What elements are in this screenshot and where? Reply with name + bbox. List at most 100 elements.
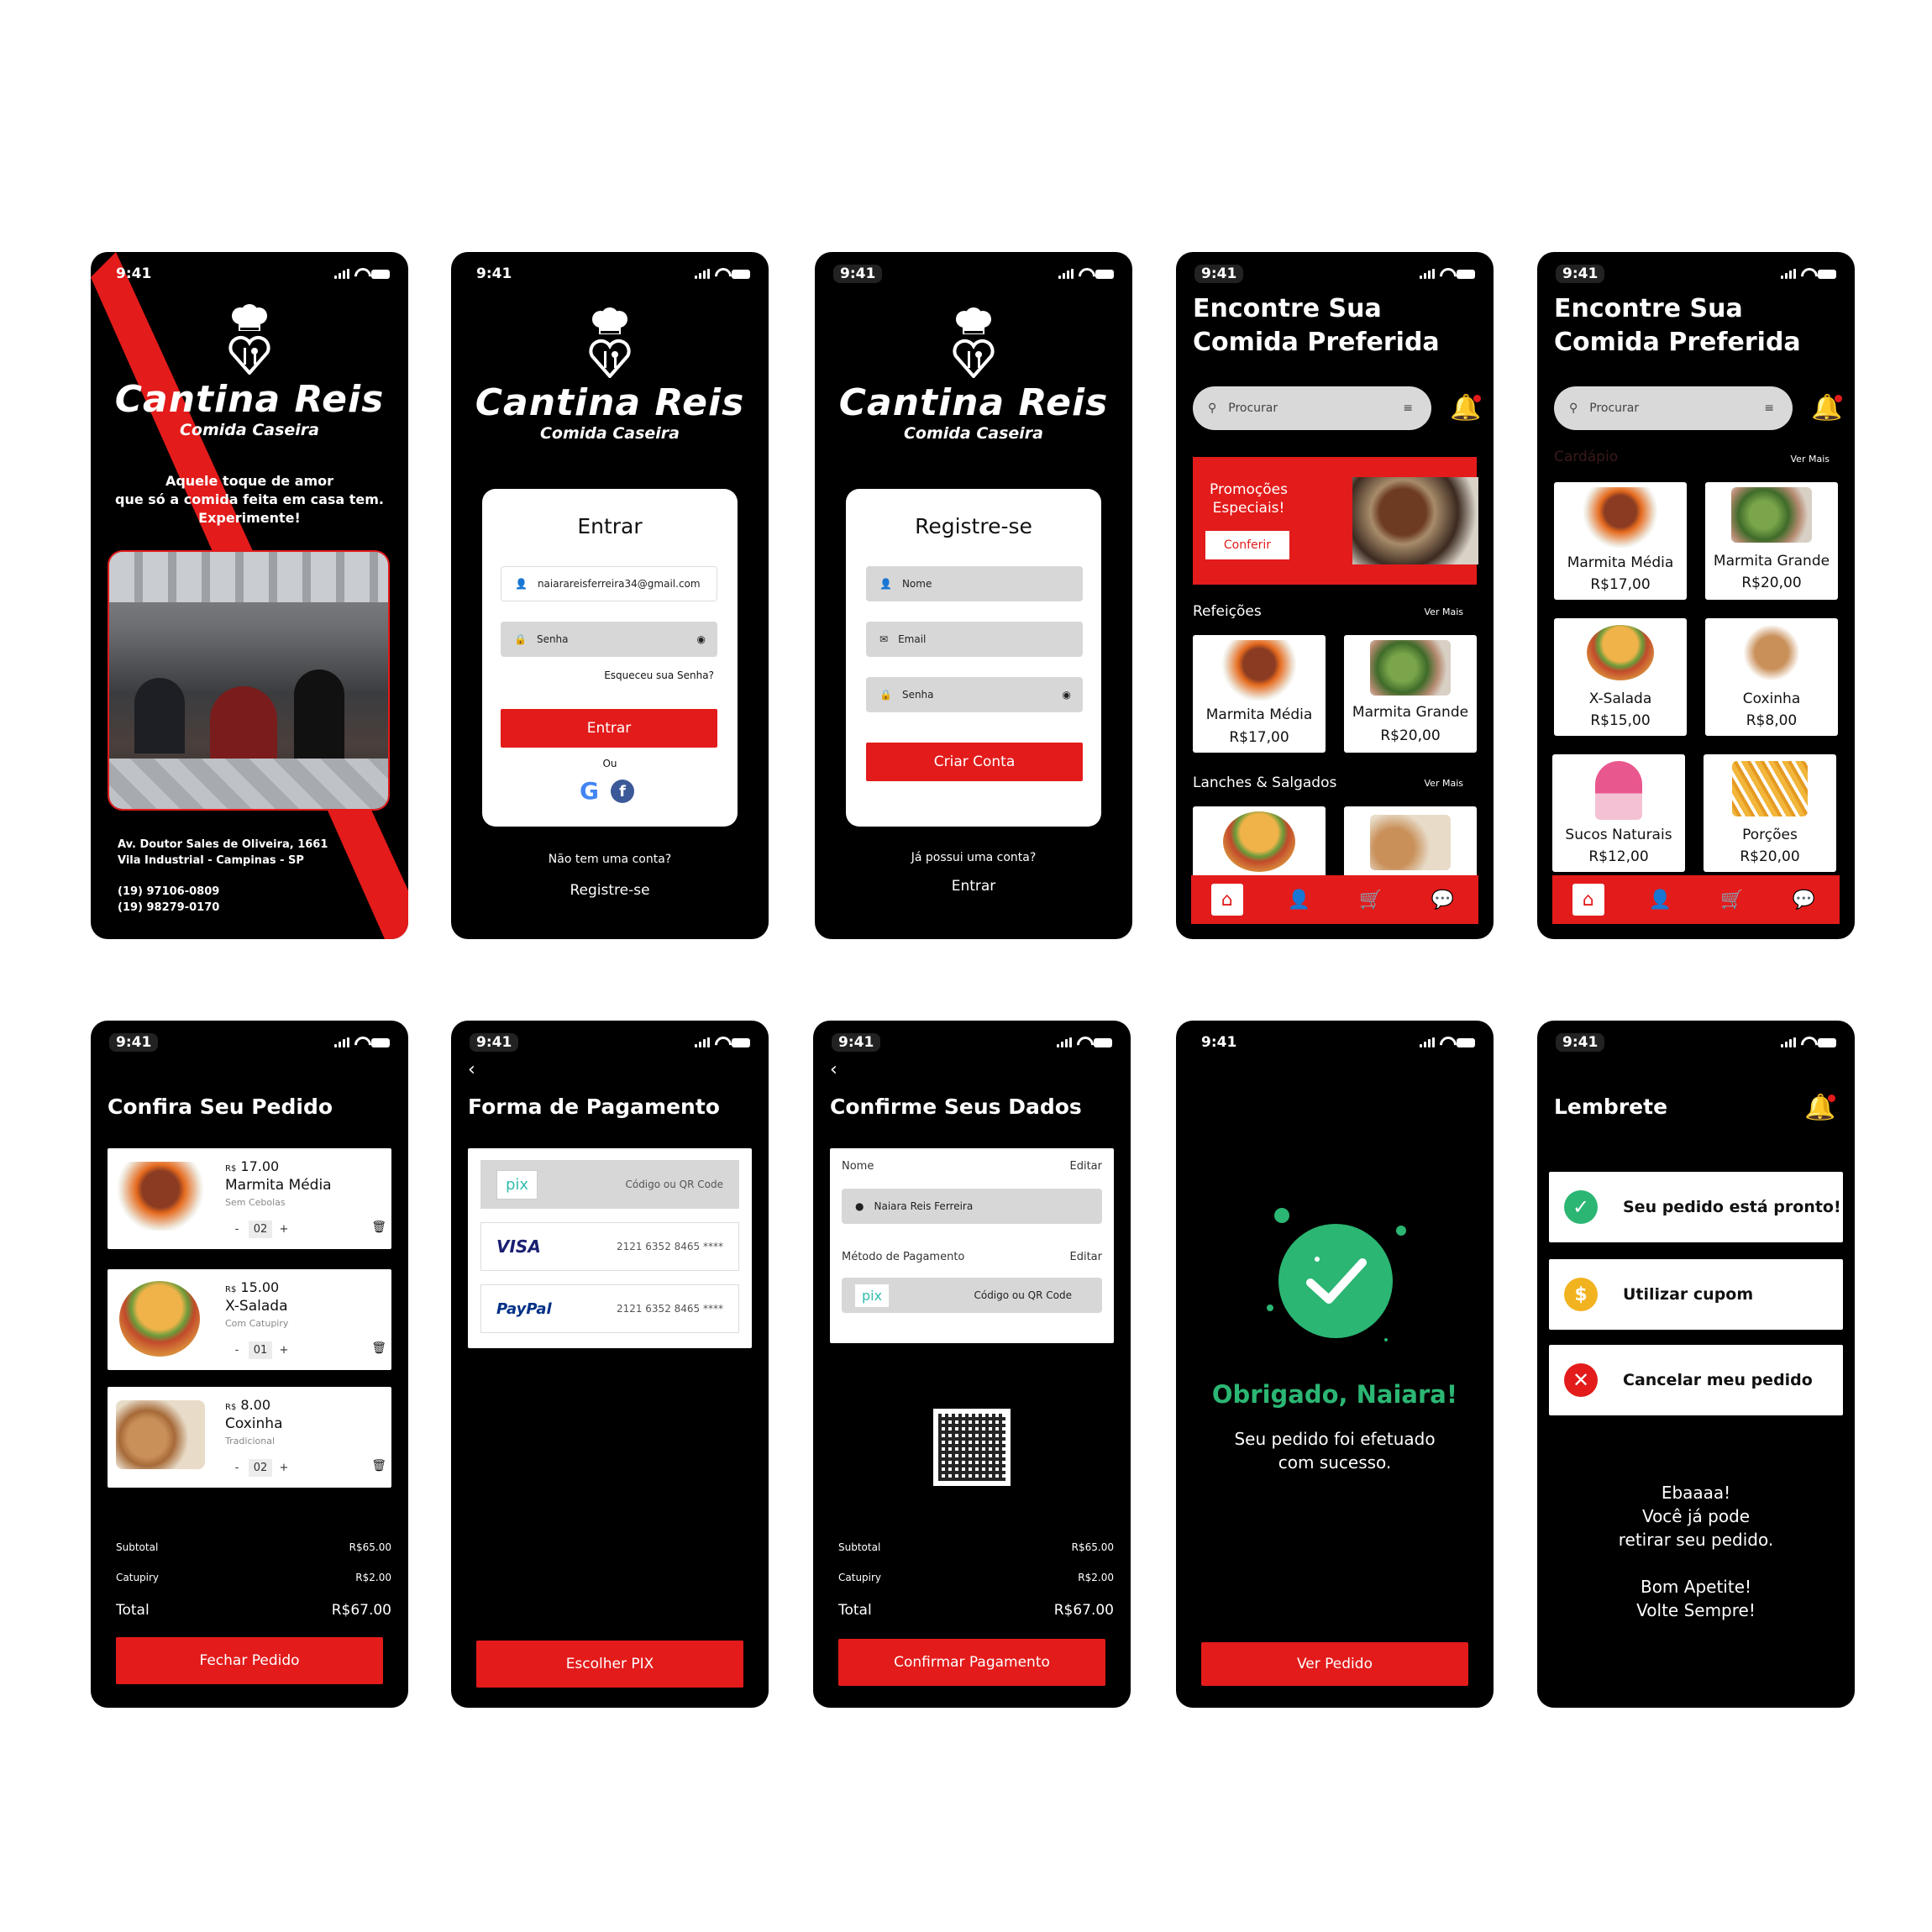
see-more-link[interactable]: Ver Mais (1425, 606, 1463, 617)
no-account-text: Não tem uma conta? (548, 853, 672, 866)
reminder-item[interactable]: $ Utilizar cupom (1549, 1259, 1843, 1330)
chef-heart-icon (589, 307, 631, 380)
pix-option[interactable]: pix Código ou QR Code (480, 1160, 739, 1209)
status-bar: 9:41 (470, 1032, 750, 1053)
promo-food-image (1352, 477, 1478, 564)
cart-icon[interactable]: 🛒 (1355, 884, 1387, 916)
filter-icon[interactable]: ≡ (1764, 402, 1774, 415)
increase-button[interactable]: + (272, 1462, 296, 1474)
battery-icon (1095, 269, 1114, 279)
search-input[interactable]: ⚲ Procurar ≡ (1193, 386, 1431, 430)
register-link[interactable]: Registre-se (451, 882, 769, 899)
choose-pix-button[interactable]: Escolher PIX (476, 1641, 743, 1688)
status-bar: 9:41 (1556, 1032, 1836, 1053)
see-more-link[interactable]: Ver Mais (1425, 778, 1463, 789)
profile-icon[interactable]: 👤 (1283, 884, 1315, 916)
eye-icon[interactable]: ◉ (697, 633, 706, 645)
forgot-password-link[interactable]: Esqueceu sua Senha? (604, 669, 714, 681)
chef-heart-icon (953, 307, 995, 380)
create-account-button[interactable]: Criar Conta (866, 743, 1083, 781)
food-card[interactable]: Marmita Média R$17,00 (1554, 482, 1687, 600)
google-icon[interactable]: G (580, 780, 599, 803)
trash-icon[interactable]: 🗑 (371, 1341, 386, 1355)
brand-logo: Cantina Reis Comida Caseira (815, 307, 1132, 443)
decrease-button[interactable]: - (225, 1462, 249, 1474)
see-more-link[interactable]: Ver Mais (1791, 454, 1830, 465)
food-image (1370, 815, 1451, 870)
food-card[interactable]: X-Salada R$15,00 (1554, 618, 1687, 736)
quantity-stepper: -02 + (225, 1459, 296, 1477)
phones: (19) 97106-0809 (19) 98279-0170 (118, 884, 219, 916)
visa-logo: VISA (496, 1236, 541, 1257)
close-order-button[interactable]: Fechar Pedido (116, 1637, 383, 1684)
phone-number[interactable]: (19) 98279-0170 (118, 900, 219, 916)
food-card[interactable]: Marmita Grande R$20,00 (1705, 482, 1838, 600)
pix-logo: pix (855, 1284, 890, 1307)
method-value-field[interactable]: pix Código ou QR Code (842, 1278, 1102, 1313)
food-image (1595, 761, 1642, 820)
register-screen: 9:41 Cantina Reis Comida Caseira Registr… (815, 252, 1132, 939)
wifi-icon (715, 1037, 727, 1048)
section-cardapio: Cardápio (1554, 449, 1619, 465)
edit-name-link[interactable]: Editar (1070, 1160, 1103, 1173)
promo-check-button[interactable]: Conferir (1205, 531, 1289, 559)
search-input[interactable]: ⚲ Procurar ≡ (1554, 386, 1793, 430)
page-title: Encontre Sua Comida Preferida (1193, 294, 1440, 357)
email-field[interactable]: 👤 naiarareisferreira34@gmail.com (501, 566, 717, 601)
qr-code[interactable] (933, 1409, 1011, 1486)
chat-icon[interactable]: 💬 (1788, 884, 1819, 916)
have-account-text: Já possui uma conta? (911, 851, 1037, 864)
filter-icon[interactable]: ≡ (1403, 402, 1413, 415)
status-bar: 9:41 (833, 264, 1114, 284)
signal-icon (1420, 269, 1435, 279)
trash-icon[interactable]: 🗑 (371, 1221, 386, 1234)
order-screen: 9:41 Confira Seu Pedido R$ 17.00 Marmita… (91, 1021, 408, 1708)
increase-button[interactable]: + (272, 1223, 296, 1236)
view-order-button[interactable]: Ver Pedido (1201, 1642, 1468, 1686)
chef-heart-icon (228, 304, 270, 376)
phone-number[interactable]: (19) 97106-0809 (118, 884, 219, 900)
paypal-logo: PayPal (496, 1299, 552, 1318)
profile-icon[interactable]: 👤 (1644, 884, 1676, 916)
paypal-option[interactable]: PayPal 2121 6352 8465 **** (480, 1284, 739, 1333)
reminder-item[interactable]: ✕ Cancelar meu pedido (1549, 1345, 1843, 1415)
menu-screen: 9:41 Encontre Sua Comida Preferida ⚲ Pro… (1537, 252, 1855, 939)
food-card[interactable]: Coxinha R$8,00 (1705, 618, 1838, 736)
food-card[interactable]: Porções R$20,00 (1704, 754, 1836, 872)
edit-method-link[interactable]: Editar (1070, 1251, 1103, 1263)
name-value-field[interactable]: ● Naiara Reis Ferreira (842, 1189, 1102, 1224)
bell-icon[interactable]: 🔔 (1811, 393, 1843, 423)
back-icon[interactable]: ‹ (830, 1059, 837, 1080)
bell-icon[interactable]: 🔔 (1804, 1093, 1836, 1122)
email-field[interactable]: ✉ Email (866, 622, 1083, 657)
status-bar: 9:41 (470, 264, 750, 284)
decrease-button[interactable]: - (225, 1344, 249, 1357)
food-image (116, 1162, 205, 1231)
cart-icon[interactable]: 🛒 (1716, 884, 1748, 916)
eye-icon[interactable]: ◉ (1063, 689, 1071, 701)
reminder-item[interactable]: ✓ Seu pedido está pronto! (1549, 1172, 1843, 1242)
home-icon[interactable]: ⌂ (1572, 884, 1604, 916)
facebook-icon[interactable]: f (610, 780, 634, 803)
wifi-icon (1077, 1037, 1089, 1048)
password-field[interactable]: 🔒 Senha ◉ (866, 677, 1083, 712)
wifi-icon (354, 1037, 366, 1048)
food-card[interactable]: Marmita Média R$17,00 (1193, 635, 1326, 753)
chat-icon[interactable]: 💬 (1426, 884, 1458, 916)
home-icon[interactable]: ⌂ (1210, 884, 1243, 916)
bell-icon[interactable]: 🔔 (1450, 393, 1482, 423)
confirm-payment-button[interactable]: Confirmar Pagamento (838, 1639, 1105, 1686)
trash-icon[interactable]: 🗑 (371, 1459, 386, 1473)
visa-option[interactable]: VISA 2121 6352 8465 **** (480, 1222, 739, 1271)
login-card: Entrar 👤 naiarareisferreira34@gmail.com 🔒… (482, 489, 738, 827)
back-icon[interactable]: ‹ (468, 1059, 475, 1080)
decrease-button[interactable]: - (225, 1223, 249, 1236)
food-card[interactable]: Marmita Grande R$20,00 (1344, 635, 1477, 753)
food-card[interactable]: Sucos Naturais R$12,00 (1552, 754, 1685, 872)
login-button[interactable]: Entrar (501, 709, 717, 748)
increase-button[interactable]: + (272, 1344, 296, 1357)
login-link[interactable]: Entrar (815, 878, 1132, 895)
name-field[interactable]: 👤 Nome (866, 566, 1083, 601)
item-price: 17.00 (240, 1158, 280, 1174)
password-field[interactable]: 🔒 Senha ◉ (501, 622, 717, 657)
